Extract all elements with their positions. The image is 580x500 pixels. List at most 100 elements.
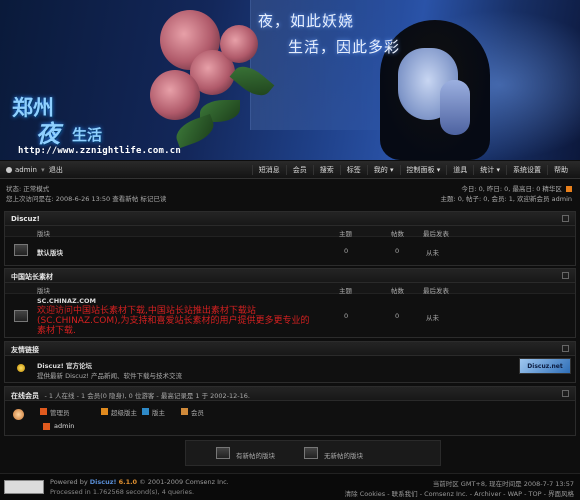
nav-logout-link[interactable]: 退出 <box>49 166 63 174</box>
nav-item-help[interactable]: 帮助 <box>547 165 574 175</box>
collapse-icon[interactable] <box>562 215 569 222</box>
category-title[interactable]: 中国站长素材 <box>11 273 53 281</box>
friend-links: 友情链接 Discuz! 官方论坛 提供最新 Discuz! 产品新闻、软件下载… <box>4 341 576 383</box>
collapse-icon[interactable] <box>562 345 569 352</box>
link-bullet-icon <box>17 364 25 372</box>
nav-item-my-label: 我的 <box>373 166 388 174</box>
category-header: 在线会员 - 1 人在线 - 1 会员(0 隐身), 0 位游客 - 最高记录是… <box>5 387 575 401</box>
online-members: 在线会员 - 1 人在线 - 1 会员(0 隐身), 0 位游客 - 最高记录是… <box>4 386 576 436</box>
nav-item-search[interactable]: 搜索 <box>312 165 340 175</box>
category-title[interactable]: Discuz! <box>11 215 40 223</box>
forum-status-icon <box>14 310 28 322</box>
nav-username[interactable]: admin <box>15 166 37 174</box>
forum-last-post: 从未 <box>426 314 439 322</box>
banner-rose <box>220 25 258 63</box>
new-posts-icon <box>216 447 230 459</box>
nav-item-cp[interactable]: 控制面板 ▾ <box>399 165 447 175</box>
nav-item-stats-label: 统计 <box>480 166 495 174</box>
link-description: 提供最新 Discuz! 产品新闻、软件下载与技术交流 <box>37 372 183 380</box>
forum-posts: 0 <box>395 247 400 255</box>
category-title: 在线会员 <box>11 392 39 400</box>
forum-row: 默认版块 0 0 从未 <box>5 237 575 265</box>
category-title: 友情链接 <box>11 346 39 354</box>
banner-poem-line2: 生活，因此多彩 <box>288 38 401 56</box>
status-mode: 状态: 正常模式 <box>6 185 50 193</box>
legend-new: 有新帖的版块 <box>236 452 275 460</box>
nav-item-magic[interactable]: 道具 <box>446 165 473 175</box>
footer-powered-label: Powered by <box>50 478 88 486</box>
forum-description: 欢迎访问中国站长素材下载,中国站长站推出素材下载站(SC.CHINAZ.COM)… <box>37 306 310 336</box>
forum-last-post: 从未 <box>426 249 439 257</box>
forum-table-header: 版块 主题 帖数 最后发表 <box>5 283 575 295</box>
collapse-icon[interactable] <box>562 390 569 397</box>
banner-title-ye: 夜 <box>36 119 60 148</box>
user-icon <box>6 167 12 173</box>
top-nav: admin ▾ 退出 短消息 会员 搜索 标签 我的 ▾ 控制面板 ▾ 道具 统… <box>0 161 580 179</box>
online-users-icon <box>13 409 24 420</box>
nav-item-my[interactable]: 我的 ▾ <box>366 165 400 175</box>
status-today-counts: 今日: 0, 昨日: 0, 最高日: 0 <box>461 185 541 193</box>
rss-icon[interactable] <box>566 186 572 192</box>
status-digest-link[interactable]: 精华区 <box>542 185 562 193</box>
nav-user-arrow-icon[interactable]: ▾ <box>41 166 45 174</box>
footer-processed: Processed in 1.762568 second(s), 4 queri… <box>50 488 195 496</box>
role-supermod-icon <box>101 408 108 415</box>
online-user-link[interactable]: admin <box>54 422 74 430</box>
forum-table-header: 版块 主题 帖数 最后发表 <box>5 226 575 238</box>
forum-row: SC.CHINAZ.COM 欢迎访问中国站长素材下载,中国站长站推出素材下载站(… <box>5 294 575 337</box>
legend-nonew: 无新帖的版块 <box>324 452 363 460</box>
site-banner: 夜，如此妖娆 生活，因此多彩 郑州 夜 生活 http://www.zznigh… <box>0 0 580 160</box>
footer-discuz-link[interactable]: Discuz! <box>90 478 117 486</box>
footer-links[interactable]: 清除 Cookies - 联系我们 - Comsenz Inc. - Archi… <box>345 488 574 498</box>
forum-topics: 0 <box>344 247 349 255</box>
nav-menu: 短消息 会员 搜索 标签 我的 ▾ 控制面板 ▾ 道具 统计 ▾ 系统设置 帮助 <box>251 165 574 175</box>
footer-version: 6.1.0 <box>118 478 138 486</box>
status-stats: 主题: 0, 帖子: 0, 会员: 1, 欢迎新会员 admin <box>440 195 572 203</box>
status-today: 今日: 0, 昨日: 0, 最高日: 0 精华区 <box>461 183 572 193</box>
role-mod-icon <box>142 408 149 415</box>
nav-item-pm[interactable]: 短消息 <box>251 165 286 175</box>
collapse-icon[interactable] <box>562 272 569 279</box>
forum-name-link[interactable]: 默认版块 <box>37 247 63 257</box>
link-row: Discuz! 官方论坛 提供最新 Discuz! 产品新闻、软件下载与技术交流… <box>5 356 575 383</box>
banner-url: http://www.zznightlife.com.cn <box>18 146 181 156</box>
forum-name-link[interactable]: SC.CHINAZ.COM <box>37 297 96 305</box>
banner-poem-line1: 夜，如此妖娆 <box>258 12 355 30</box>
role-member-icon <box>181 408 188 415</box>
page-footer: Powered by Discuz! 6.1.0 © 2001-2009 Com… <box>0 473 580 500</box>
role-admin: 管理员 <box>50 409 70 417</box>
role-mod: 版主 <box>152 409 165 417</box>
footer-timezone: 当前时区 GMT+8, 现在时间是 2008-7-7 13:57 <box>432 480 574 488</box>
category-header: 友情链接 <box>5 342 575 356</box>
no-new-posts-icon <box>304 447 318 459</box>
online-user-icon <box>43 423 50 430</box>
online-row: 管理员 超级版主 版主 会员 admin <box>5 401 575 436</box>
discuz-badge-text: Discuz.net <box>527 363 563 370</box>
forum-status-icon <box>14 244 28 256</box>
banner-title-life: 生活 <box>72 126 103 144</box>
powered-badge-logo[interactable] <box>4 480 44 494</box>
forum-posts: 0 <box>395 312 400 320</box>
nav-user: admin ▾ 退出 <box>6 165 63 175</box>
nav-item-tags[interactable]: 标签 <box>339 165 367 175</box>
forum-legend: 有新帖的版块 无新帖的版块 <box>185 440 441 466</box>
status-last-visit[interactable]: 您上次访问是在: 2008-6-26 13:50 查看新帖 标记已读 <box>6 193 166 203</box>
link-name[interactable]: Discuz! 官方论坛 <box>37 360 92 370</box>
footer-copyright: © 2001-2009 Comsenz Inc. <box>139 478 229 486</box>
banner-rose <box>150 70 200 120</box>
forum-category-discuz: Discuz! 版块 主题 帖数 最后发表 默认版块 0 0 从未 <box>4 211 576 266</box>
discuz-badge-logo[interactable]: Discuz.net <box>519 358 571 374</box>
category-header: 中国站长素材 <box>5 269 575 283</box>
nav-item-cp-label: 控制面板 <box>406 166 435 174</box>
nav-item-members[interactable]: 会员 <box>285 165 313 175</box>
online-summary: - 1 人在线 - 1 会员(0 隐身), 0 位游客 - 最高记录是 1 于 … <box>44 392 250 400</box>
role-member: 会员 <box>191 409 204 417</box>
nav-item-stats[interactable]: 统计 ▾ <box>473 165 506 175</box>
role-supermod: 超级版主 <box>111 409 137 417</box>
forum-topics: 0 <box>344 312 349 320</box>
role-admin-icon <box>40 408 47 415</box>
nav-item-admin[interactable]: 系统设置 <box>506 165 547 175</box>
footer-powered: Powered by Discuz! 6.1.0 © 2001-2009 Com… <box>50 478 229 486</box>
banner-portrait-hand <box>440 80 470 135</box>
category-header: Discuz! <box>5 212 575 226</box>
